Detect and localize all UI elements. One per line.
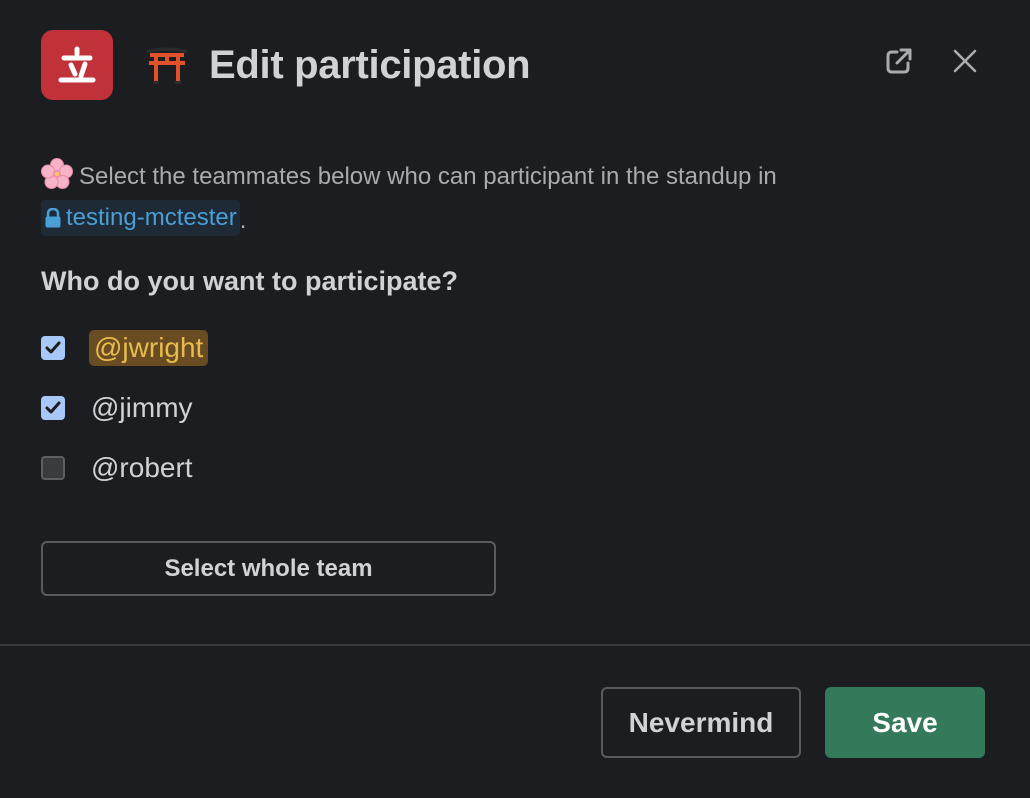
close-icon[interactable] [950, 46, 980, 76]
participant-label: @robert [91, 452, 193, 483]
participant-label: @jimmy [91, 392, 193, 423]
channel-link[interactable]: testing-mctester [41, 200, 240, 236]
footer-divider [0, 644, 1030, 646]
nevermind-button[interactable]: Nevermind [601, 687, 801, 758]
participation-question: Who do you want to participate? [41, 266, 458, 296]
participant-option-jimmy[interactable]: @jimmy [41, 378, 208, 438]
checkmark-icon [45, 401, 61, 414]
lock-icon [45, 208, 61, 228]
cherry-blossom-icon [41, 158, 73, 189]
intro-message: Select the teammates below who can parti… [79, 163, 777, 190]
participant-label: @jwright [89, 330, 209, 366]
checkbox-unchecked[interactable] [41, 456, 65, 480]
app-logo-icon [41, 30, 113, 100]
participant-checkbox-group: @jwright @jimmy @robert [41, 318, 209, 498]
channel-name: testing-mctester [66, 204, 237, 231]
modal-footer: Nevermind Save [601, 687, 985, 758]
checkmark-icon [45, 341, 61, 354]
checkbox-checked[interactable] [41, 336, 65, 360]
modal-header: Edit participation [41, 30, 531, 100]
select-whole-team-button[interactable]: Select whole team [41, 541, 496, 596]
checkbox-checked[interactable] [41, 396, 65, 420]
external-link-icon[interactable] [884, 46, 914, 76]
intro-text: Select the teammates below who can parti… [41, 155, 941, 243]
edit-participation-modal: Edit participation Select the teammates … [0, 0, 1030, 798]
header-actions [884, 46, 980, 76]
participant-option-jwright[interactable]: @jwright [41, 318, 209, 378]
title-wrap: Edit participation [145, 42, 531, 88]
intro-trailing: . [239, 207, 247, 234]
save-button[interactable]: Save [825, 687, 985, 758]
torii-gate-icon [147, 47, 187, 84]
modal-title: Edit participation [209, 42, 531, 87]
participant-option-robert[interactable]: @robert [41, 438, 208, 498]
